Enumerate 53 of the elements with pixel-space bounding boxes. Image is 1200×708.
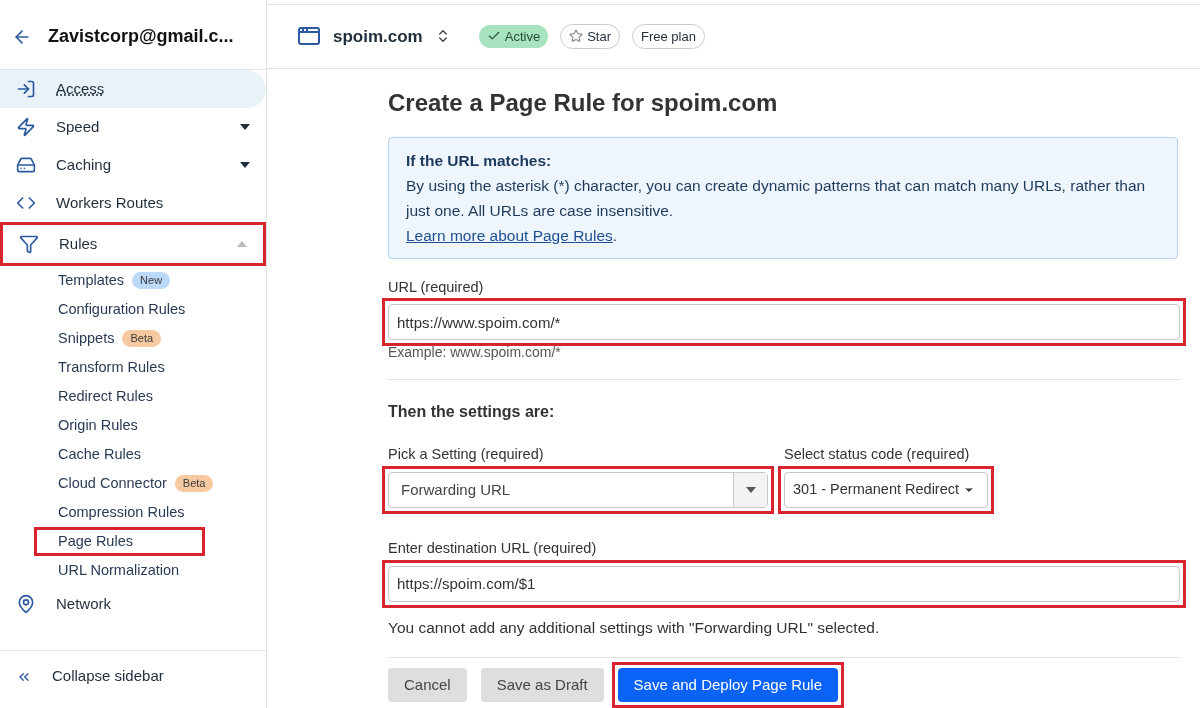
caret-icon bbox=[745, 487, 756, 493]
sub-nav-item[interactable]: Configuration Rules bbox=[34, 295, 186, 324]
field-label: Enter destination URL (required) bbox=[387, 539, 598, 558]
sub-nav-item[interactable]: URL Normalization bbox=[34, 556, 180, 585]
section-heading: Then the settings are: bbox=[387, 402, 556, 423]
sub-nav-item[interactable]: Page Rules bbox=[34, 527, 205, 556]
domain-name[interactable]: spoim.com bbox=[333, 23, 423, 49]
field-label: Pick a Setting (required) bbox=[387, 445, 545, 465]
account-name: Zavistcorp@gmail.c... bbox=[48, 25, 234, 48]
dropdown-toggle[interactable] bbox=[733, 473, 767, 507]
destination-input[interactable]: https://spoim.com/$1 bbox=[388, 565, 1180, 602]
sub-nav-item[interactable]: Transform Rules bbox=[34, 353, 165, 382]
nav-item[interactable]: Workers Routes bbox=[0, 184, 266, 222]
nav-item[interactable]: Rules bbox=[3, 225, 263, 263]
collapse-sidebar-link[interactable]: Collapse sidebar bbox=[52, 665, 164, 688]
nav-item[interactable]: Caching bbox=[0, 146, 266, 184]
nav-icon bbox=[19, 234, 39, 254]
star-icon bbox=[569, 29, 584, 44]
url-input[interactable]: https://www.spoim.com/* bbox=[388, 304, 1180, 341]
forwarding-note: You cannot add any additional settings with "Forwarding URL" selected. bbox=[387, 617, 881, 638]
action-button[interactable]: Cancel bbox=[388, 668, 467, 702]
sub-nav-item[interactable]: Cloud Connector Beta bbox=[34, 469, 214, 498]
caret-icon[interactable] bbox=[240, 124, 250, 130]
learn-more-link[interactable]: Learn more about Page Rules bbox=[406, 226, 613, 244]
status-code-select[interactable]: 301 - Permanent Redirect bbox=[784, 472, 988, 508]
badge: Beta bbox=[122, 330, 162, 347]
nav-item[interactable]: Access bbox=[0, 70, 266, 108]
sub-nav-item[interactable]: Origin Rules bbox=[34, 411, 138, 440]
nav-icon bbox=[16, 79, 36, 99]
badge: New bbox=[132, 272, 171, 289]
nav-item[interactable]: Speed bbox=[0, 108, 266, 146]
action-button[interactable]: Save and Deploy Page Rule bbox=[617, 668, 839, 702]
badge: Beta bbox=[174, 475, 214, 492]
sub-nav-item[interactable]: Compression Rules bbox=[34, 498, 185, 527]
setting-select[interactable]: Forwarding URL bbox=[388, 472, 768, 508]
status-badge: Active bbox=[478, 24, 549, 48]
info-text: By using the asterisk (*) character, you can create dynamic patterns that can match many URLs, rather than just one. All URLs are case insensitive. bbox=[406, 175, 1147, 221]
info-heading: If the URL matches: bbox=[406, 150, 553, 171]
field-hint: Example: www.spoim.com/* bbox=[387, 343, 562, 363]
sub-nav-item[interactable]: Snippets Beta bbox=[34, 324, 162, 353]
nav-icon bbox=[16, 155, 36, 175]
caret-icon[interactable] bbox=[240, 162, 250, 168]
field-label: Select status code (required) bbox=[783, 445, 971, 465]
info-link-line: Learn more about Page Rules. bbox=[406, 225, 619, 246]
sub-nav-item[interactable]: Cache Rules bbox=[34, 440, 141, 469]
sub-nav-item[interactable]: Templates New bbox=[34, 266, 171, 295]
sub-nav-item[interactable]: Redirect Rules bbox=[34, 382, 154, 411]
nav-item[interactable]: Network bbox=[0, 585, 266, 623]
nav-icon bbox=[16, 594, 36, 614]
action-button[interactable]: Save as Draft bbox=[480, 668, 604, 702]
page-title: Create a Page Rule for spoim.com bbox=[387, 87, 779, 118]
nav-icon bbox=[16, 117, 36, 137]
field-label: URL (required) bbox=[387, 277, 485, 297]
